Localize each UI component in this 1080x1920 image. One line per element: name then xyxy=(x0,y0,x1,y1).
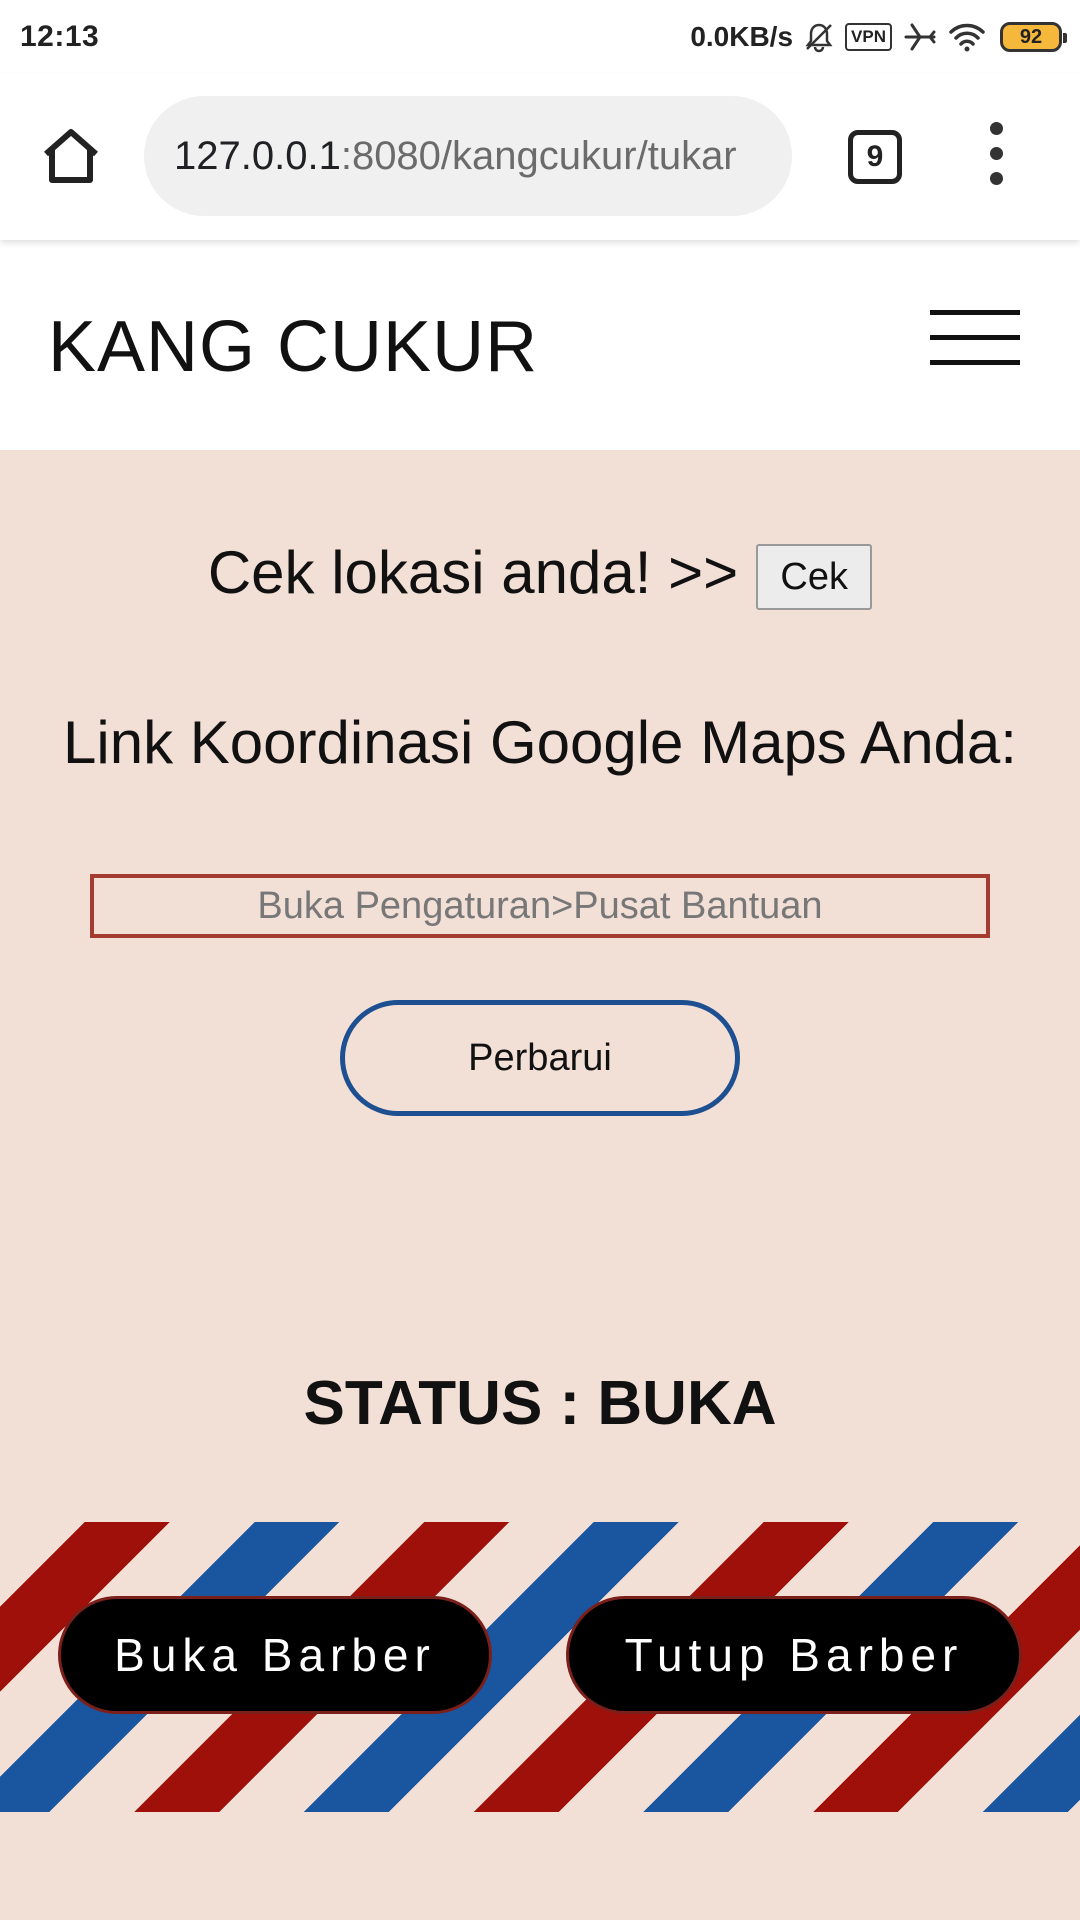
hamburger-menu-icon[interactable] xyxy=(930,310,1020,380)
home-icon[interactable] xyxy=(38,126,104,186)
status-icons: 0.0KB/s VPN 92 xyxy=(690,19,1067,55)
update-button[interactable]: Perbarui xyxy=(340,1000,740,1116)
url-path: :8080/kangcukur/tukar xyxy=(340,133,737,178)
status-bar: 12:13 0.0KB/s VPN 92 xyxy=(0,0,1080,74)
barber-status: STATUS : BUKA xyxy=(303,1369,777,1438)
airplane-icon xyxy=(902,19,938,55)
close-barber-button[interactable]: Tutup Barber xyxy=(566,1596,1022,1714)
check-location-button[interactable]: Cek xyxy=(756,544,873,610)
page-footer-space xyxy=(0,1812,1080,1920)
mute-bell-icon xyxy=(803,21,835,53)
open-barber-button[interactable]: Buka Barber xyxy=(58,1596,492,1714)
address-bar[interactable]: 127.0.0.1:8080/kangcukur/tukar xyxy=(144,96,792,216)
status-time: 12:13 xyxy=(20,20,100,53)
overflow-menu-icon[interactable] xyxy=(980,122,1012,192)
barber-pole-banner: Buka Barber Tutup Barber xyxy=(0,1522,1080,1812)
main-content: Cek lokasi anda! >> Cek Link Koordinasi … xyxy=(0,450,1080,1520)
vpn-icon: VPN xyxy=(845,23,892,51)
location-check-text: Cek lokasi anda! >> xyxy=(207,538,739,606)
maps-link-title: Link Koordinasi Google Maps Anda: xyxy=(63,709,1017,776)
battery-icon: 92 xyxy=(1000,22,1067,52)
site-header: KANG CUKUR xyxy=(0,240,1080,450)
location-check-row: Cek lokasi anda! >> Cek xyxy=(0,534,1080,610)
network-speed: 0.0KB/s xyxy=(690,21,794,52)
site-brand[interactable]: KANG CUKUR xyxy=(48,306,538,388)
maps-link-input[interactable] xyxy=(90,874,990,938)
url-host: 127.0.0.1 xyxy=(174,133,341,178)
tab-switcher-button[interactable]: 9 xyxy=(848,130,902,184)
wifi-icon xyxy=(948,21,986,53)
browser-toolbar: 127.0.0.1:8080/kangcukur/tukar 9 xyxy=(0,74,1080,240)
